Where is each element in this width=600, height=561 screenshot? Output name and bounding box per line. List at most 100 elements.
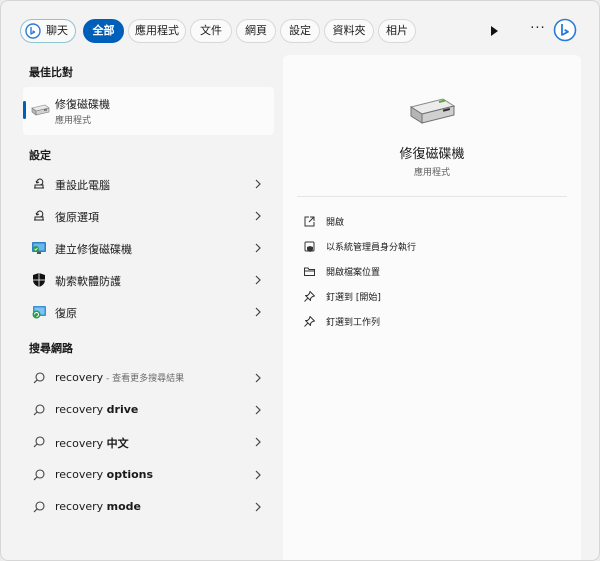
pin-icon [304, 316, 315, 327]
settings-item-ransomware-protection[interactable]: 勒索軟體防護 [23, 265, 274, 295]
action-open[interactable]: 開啟 [301, 211, 561, 233]
web-result-label: recovery mode [55, 500, 141, 513]
tab-label: 相片 [386, 24, 408, 37]
action-label: 釘選到工作列 [326, 318, 381, 328]
chevron-right-icon [255, 437, 261, 447]
web-result-label: recovery drive [55, 403, 138, 416]
settings-item-label: 重設此電腦 [55, 179, 110, 192]
shield-icon [33, 273, 45, 287]
web-query-text: recovery [55, 468, 107, 481]
recovery-drive-app-icon [31, 104, 50, 116]
chat-label: 聊天 [46, 24, 68, 37]
settings-item-label: 復原 [55, 307, 77, 320]
bing-icon[interactable] [553, 18, 577, 42]
action-pin-to-taskbar[interactable]: 釘選到工作列 [301, 311, 561, 333]
tab-label: 全部 [92, 24, 115, 37]
action-open-file-location[interactable]: 開啟檔案位置 [301, 261, 561, 283]
best-match-subtitle: 應用程式 [55, 116, 92, 126]
web-result-label: recovery 中文 [55, 435, 129, 451]
settings-item-restore[interactable]: 復原 [23, 297, 274, 327]
action-label: 釘選到 [開始] [326, 293, 381, 303]
recovery-drive-app-icon [409, 98, 456, 124]
detail-pane: 修復磁碟機 應用程式 開啟 以系統管理員身分執行 開啟檔案位置 釘選到 [開始]… [283, 55, 581, 560]
web-result-item[interactable]: recovery drive [23, 395, 274, 425]
web-result-label: recovery - 查看更多搜尋結果 [55, 371, 184, 384]
settings-item-label: 勒索軟體防護 [55, 275, 121, 288]
search-icon [33, 501, 45, 513]
action-run-as-admin[interactable]: 以系統管理員身分執行 [301, 236, 561, 258]
web-query-text: recovery [55, 437, 107, 450]
chevron-right-icon [255, 373, 261, 383]
scroll-more-filters-icon[interactable] [487, 24, 501, 38]
chevron-right-icon [255, 211, 261, 221]
action-label: 開啟 [326, 218, 345, 228]
best-match-result[interactable]: 修復磁碟機 應用程式 [23, 87, 274, 135]
chevron-right-icon [255, 243, 261, 253]
chevron-right-icon [255, 502, 261, 512]
web-query-completion: mode [106, 500, 141, 513]
best-match-heading: 最佳比對 [29, 66, 73, 79]
folder-icon [304, 267, 315, 276]
more-options-icon: ··· [530, 21, 546, 36]
admin-shield-icon [304, 241, 315, 252]
tab-label: 文件 [200, 24, 222, 37]
tab-apps[interactable]: 應用程式 [128, 19, 186, 43]
pin-icon [304, 291, 315, 302]
chevron-right-icon [255, 470, 261, 480]
results-list: 最佳比對 修復磁碟機 應用程式 設定 重設此電腦 復原選項 建立修復磁碟機 勒索… [1, 59, 281, 560]
tab-all[interactable]: 全部 [83, 19, 124, 43]
action-pin-to-start[interactable]: 釘選到 [開始] [301, 286, 561, 308]
action-label: 開啟檔案位置 [326, 268, 381, 278]
best-match-title: 修復磁碟機 [55, 98, 110, 111]
chevron-right-icon [255, 179, 261, 189]
settings-item-create-recovery-drive[interactable]: 建立修復磁碟機 [23, 233, 274, 263]
tab-label: 應用程式 [135, 24, 179, 37]
recovery-drive-monitor-icon [32, 242, 46, 254]
web-query-completion: options [106, 468, 154, 481]
recovery-options-icon [34, 210, 44, 221]
settings-item-label: 復原選項 [55, 211, 99, 224]
web-query-completion: 中文 [106, 437, 129, 450]
filter-bar: 聊天 全部 應用程式 文件 網頁 設定 資料夾 相片 ··· [1, 1, 599, 59]
restore-icon [32, 306, 46, 319]
selection-indicator [23, 101, 26, 119]
search-icon [33, 436, 45, 448]
more-options-button[interactable]: ··· [529, 20, 547, 38]
action-label: 以系統管理員身分執行 [326, 243, 417, 253]
tab-label: 網頁 [245, 24, 267, 37]
open-icon [304, 216, 315, 227]
chat-button[interactable]: 聊天 [20, 19, 76, 43]
search-icon [33, 469, 45, 481]
web-result-label: recovery options [55, 468, 153, 481]
detail-app-type: 應用程式 [413, 168, 450, 178]
copilot-chat-icon [25, 23, 41, 39]
chevron-right-icon [255, 405, 261, 415]
detail-app-name: 修復磁碟機 [399, 147, 465, 162]
web-query-text: recovery [55, 500, 107, 513]
web-search-heading: 搜尋網路 [29, 342, 73, 355]
divider [297, 196, 567, 197]
web-result-item[interactable]: recovery mode [23, 492, 274, 522]
tab-folders[interactable]: 資料夾 [324, 19, 374, 43]
web-query-completion: drive [106, 403, 139, 416]
settings-item-reset-pc[interactable]: 重設此電腦 [23, 169, 274, 199]
settings-heading: 設定 [29, 149, 51, 162]
web-query-text: recovery [55, 403, 107, 416]
settings-item-recovery-options[interactable]: 復原選項 [23, 201, 274, 231]
search-icon [33, 404, 45, 416]
tab-web[interactable]: 網頁 [236, 19, 276, 43]
tab-photos[interactable]: 相片 [378, 19, 416, 43]
tab-settings[interactable]: 設定 [280, 19, 320, 43]
web-result-item[interactable]: recovery 中文 [23, 427, 274, 457]
search-icon [33, 372, 45, 384]
tab-documents[interactable]: 文件 [190, 19, 232, 43]
chevron-right-icon [255, 307, 261, 317]
web-result-item[interactable]: recovery - 查看更多搜尋結果 [23, 363, 274, 393]
web-query-text: recovery [55, 371, 104, 384]
tab-label: 設定 [289, 24, 311, 37]
web-result-item[interactable]: recovery options [23, 460, 274, 490]
reset-pc-icon [34, 178, 44, 189]
web-query-suffix: - 查看更多搜尋結果 [103, 374, 185, 384]
tab-label: 資料夾 [332, 24, 366, 37]
settings-item-label: 建立修復磁碟機 [55, 243, 132, 256]
